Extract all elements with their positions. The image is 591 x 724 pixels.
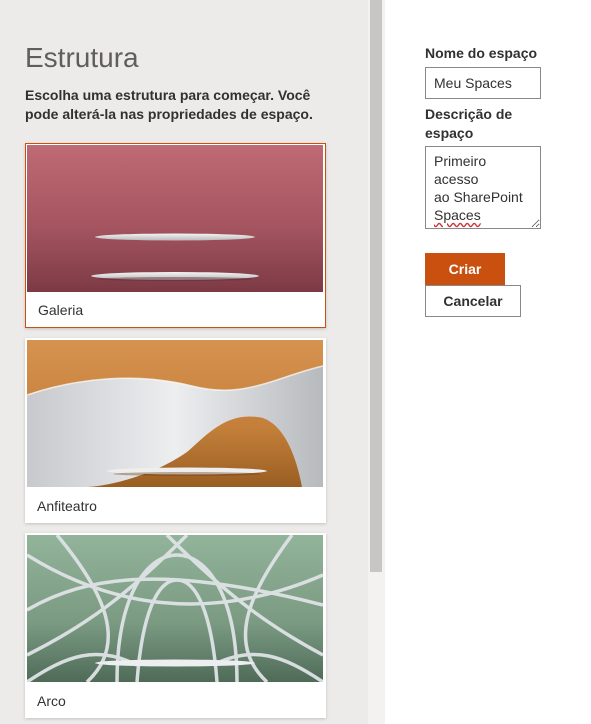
arco-thumbnail <box>27 535 323 682</box>
cancel-button[interactable]: Cancelar <box>425 285 521 317</box>
structure-card-label: Arco <box>37 693 66 709</box>
structure-card-arco[interactable]: Arco <box>25 533 326 718</box>
space-description-textarea[interactable]: Primeiro acesso ao SharePoint Spaces <box>425 146 541 229</box>
description-line: Primeiro acesso <box>434 153 487 187</box>
space-description-label: Descrição de espaço <box>425 106 513 141</box>
space-name-input[interactable] <box>425 67 541 99</box>
structure-description: Escolha uma estrutura para começar. Você… <box>25 87 313 122</box>
anfiteatro-thumbnail <box>27 340 323 487</box>
structure-card-label: Anfiteatro <box>37 498 97 514</box>
structure-card-anfiteatro[interactable]: Anfiteatro <box>25 338 326 523</box>
space-name-label: Nome do espaço <box>425 45 538 61</box>
vertical-scrollbar[interactable] <box>368 0 385 724</box>
structure-card-label: Galeria <box>38 302 84 318</box>
structure-title: Estrutura <box>25 42 139 73</box>
description-line: ao SharePoint <box>434 189 523 205</box>
structure-panel: Estrutura Escolha uma estrutura para com… <box>0 0 368 724</box>
scrollbar-thumb[interactable] <box>370 0 382 572</box>
description-line: Spaces <box>434 207 481 223</box>
structure-card-galeria[interactable]: Galeria <box>25 143 326 328</box>
galeria-thumbnail <box>27 145 323 292</box>
space-form: Nome do espaço Descrição de espaço Prime… <box>385 0 591 724</box>
create-button[interactable]: Criar <box>425 253 505 285</box>
